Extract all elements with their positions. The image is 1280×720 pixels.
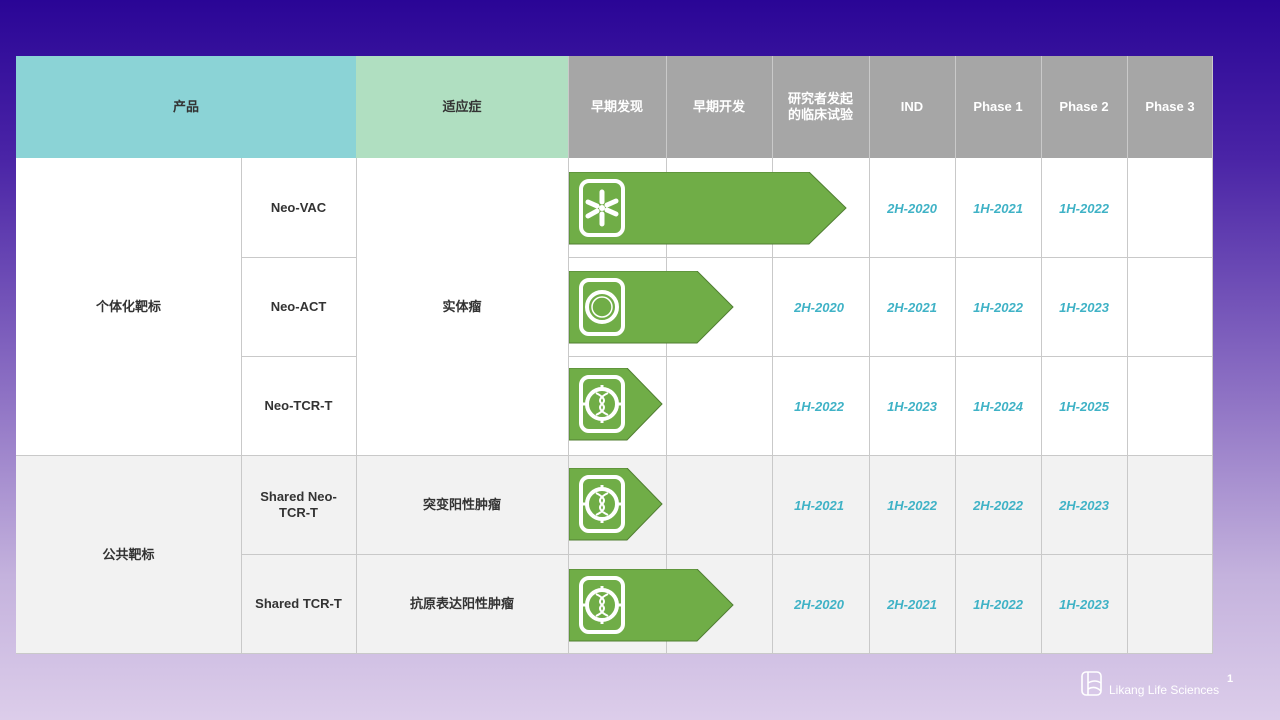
header-stage-phase2: Phase 2 [1041, 56, 1127, 158]
product-label: Neo-ACT [270, 298, 327, 314]
header-stage-early-discovery: 早期发现 [568, 56, 666, 158]
progress-arrow [569, 271, 734, 344]
header-product: 产品 [16, 56, 356, 158]
milestone-date: 2H-2021 [887, 300, 937, 315]
milestone-date: 1H-2023 [1059, 300, 1109, 315]
product-label: Shared Neo-TCR-T [260, 488, 337, 520]
grid-line [1041, 56, 1042, 654]
milestone-date: 1H-2022 [887, 498, 937, 513]
grid-line [568, 356, 1213, 357]
milestone-date: 1H-2025 [1059, 399, 1109, 414]
page-number: 1 [1227, 673, 1234, 685]
grid-line [568, 257, 1213, 258]
grid-line [666, 56, 667, 654]
grid-line [869, 56, 870, 654]
header-stage-ind: IND [869, 56, 955, 158]
header-stage-phase1: Phase 1 [955, 56, 1041, 158]
milestone-date: 2H-2022 [973, 498, 1023, 513]
milestone-date: 1H-2023 [1059, 597, 1109, 612]
product-label: Neo-TCR-T [264, 397, 333, 413]
company-name: Likang Life Sciences [1109, 683, 1220, 697]
header-stage-phase3: Phase 3 [1127, 56, 1213, 158]
grid-line [1212, 56, 1213, 654]
company-logo-icon [1081, 671, 1102, 696]
progress-arrow [569, 172, 847, 245]
progress-arrow [569, 368, 663, 441]
grid-line [241, 356, 356, 357]
grid-line [241, 257, 356, 258]
milestone-date: 1H-2021 [794, 498, 844, 513]
milestone-date: 2H-2023 [1059, 498, 1109, 513]
indication-label: 抗原表达阳性肿瘤 [409, 596, 514, 611]
grid-line [16, 653, 1213, 654]
indication-label: 突变阳性肿瘤 [422, 496, 501, 512]
product-label: Neo-VAC [270, 199, 327, 215]
grid-line [241, 554, 1213, 555]
grid-line [356, 158, 357, 654]
milestone-date: 1H-2023 [887, 399, 937, 414]
header-stage-iit: 研究者发起 的临床试验 [772, 56, 869, 158]
milestone-date: 1H-2022 [973, 597, 1023, 612]
header-stage-early-development: 早期开发 [666, 56, 772, 158]
milestone-date: 1H-2022 [1059, 201, 1109, 216]
indication-label: 实体瘤 [442, 298, 482, 314]
pipeline-table: 产品 适应症 早期发现 早期开发 研究者发起 的临床试验 IND Phase 1… [16, 56, 1213, 654]
milestone-date: 1H-2022 [973, 300, 1023, 315]
progress-arrow [569, 569, 734, 642]
group-label-shared: 公共靶标 [102, 546, 155, 562]
grid-line [955, 56, 956, 654]
progress-arrow [569, 468, 663, 541]
grid-line [1127, 56, 1128, 654]
milestone-date: 1H-2021 [973, 201, 1023, 216]
milestone-date: 1H-2022 [794, 399, 844, 414]
milestone-date: 2H-2020 [794, 300, 844, 315]
header-indication: 适应症 [356, 56, 568, 158]
milestone-date: 2H-2021 [887, 597, 937, 612]
grid-line [16, 455, 1213, 456]
milestone-date: 2H-2020 [887, 201, 937, 216]
milestone-date: 1H-2024 [973, 399, 1023, 414]
group-label-personalized: 个体化靶标 [95, 298, 161, 314]
grid-line [568, 56, 569, 654]
grid-line [772, 56, 773, 654]
milestone-date: 2H-2020 [794, 597, 844, 612]
product-label: Shared TCR-T [255, 596, 342, 611]
grid-line [241, 158, 242, 654]
